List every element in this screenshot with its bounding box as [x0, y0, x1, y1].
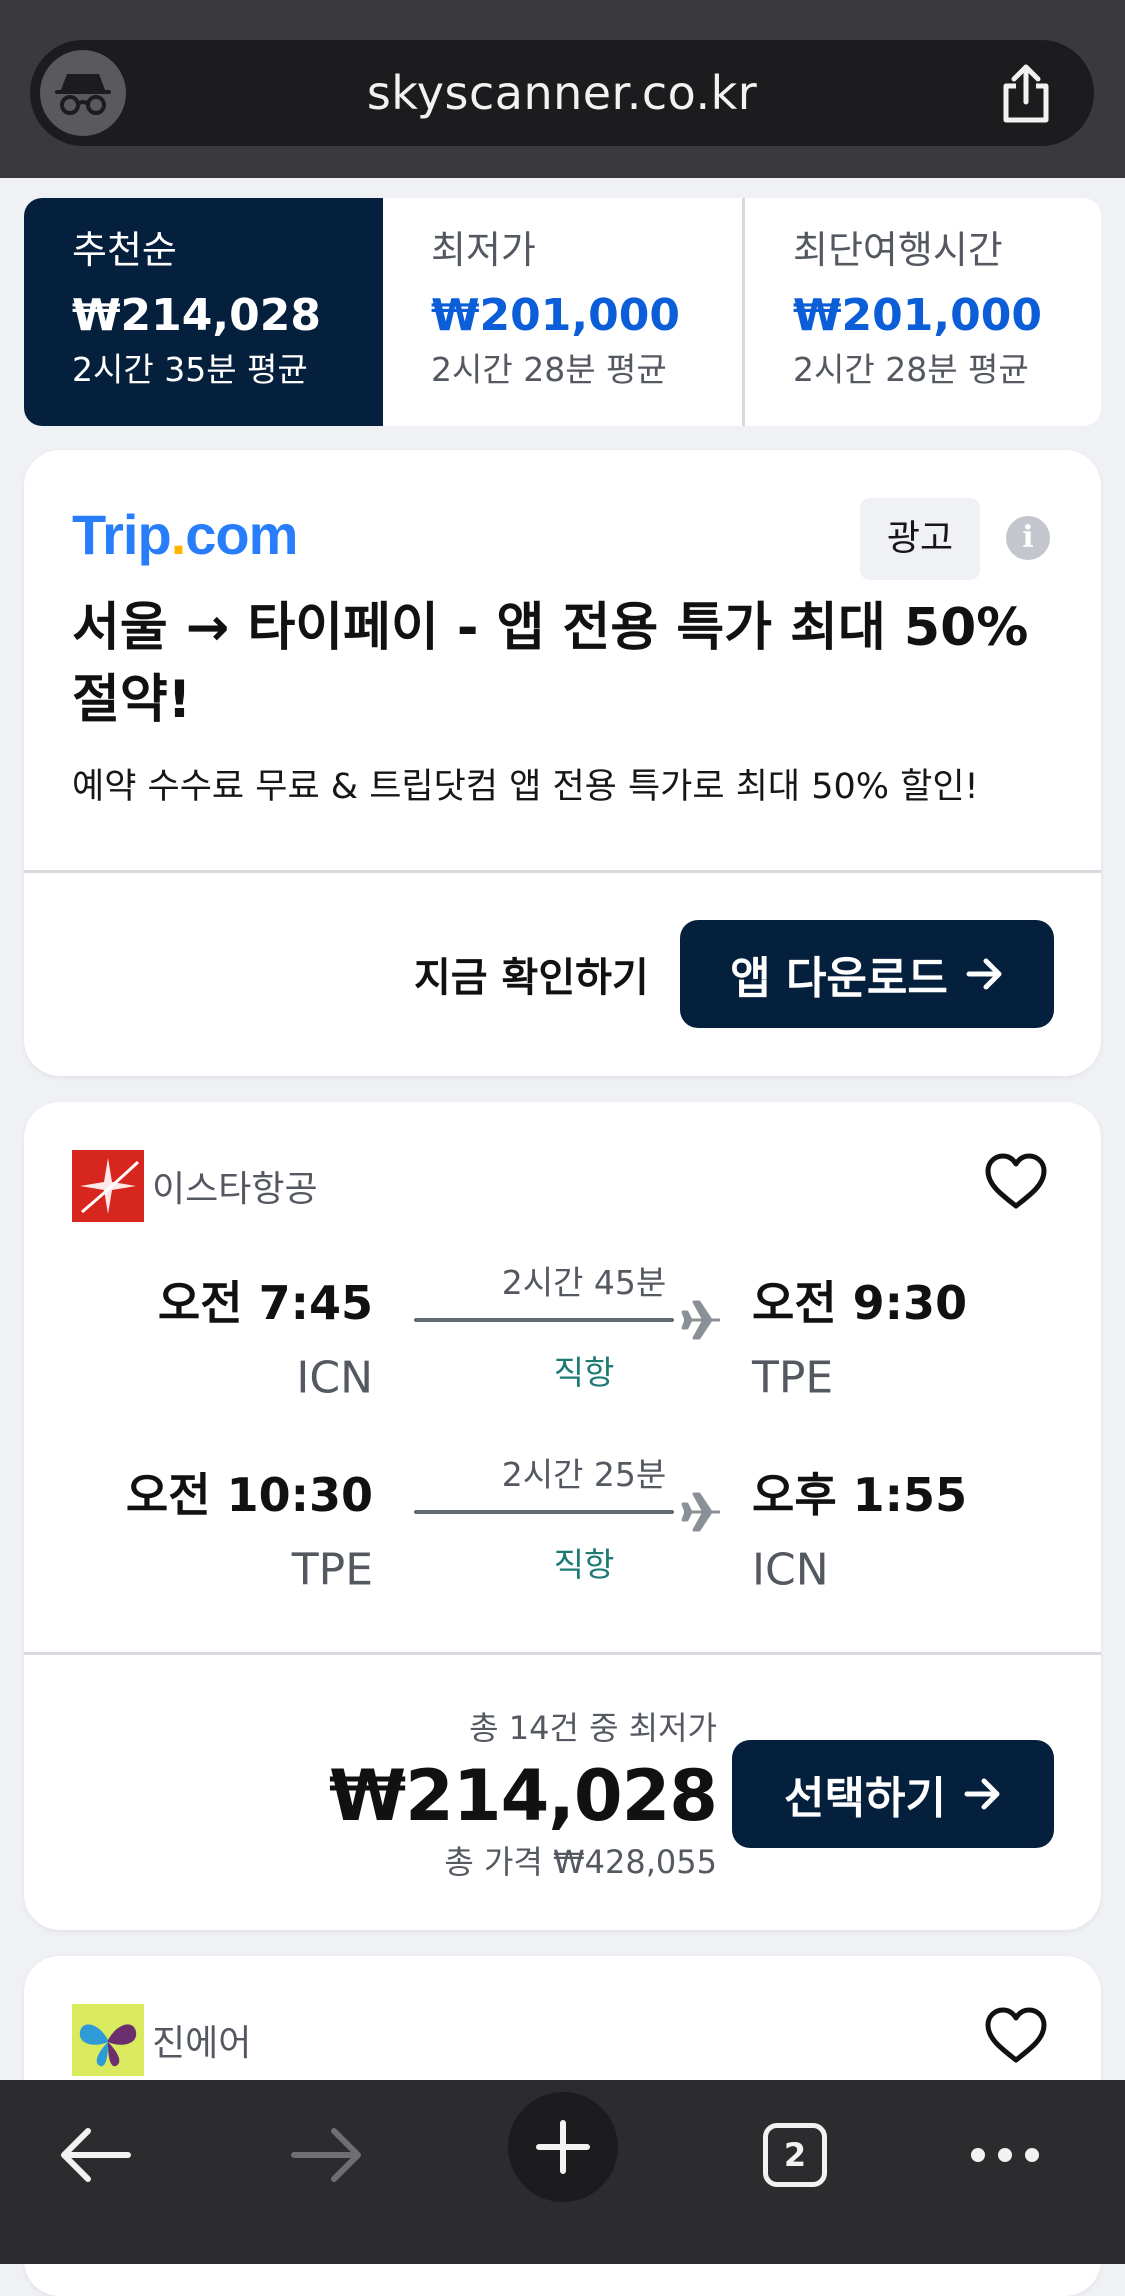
sort-tab-cheapest[interactable]: 최저가 ₩201,000 2시간 28분 평균: [383, 198, 742, 426]
flight-duration: 2시간 45분: [501, 1263, 667, 1302]
route-line: [414, 1510, 674, 1514]
flight-duration: 2시간 25분: [501, 1455, 667, 1494]
arrive-airport: TPE: [752, 1352, 834, 1404]
divider: [24, 870, 1101, 873]
sort-tab-label: 최저가: [431, 228, 536, 272]
airplane-icon: [681, 1492, 720, 1532]
heart-icon[interactable]: [984, 1152, 1048, 1212]
url-text[interactable]: skyscanner.co.kr: [30, 40, 1094, 146]
tab-count-icon: 2: [763, 2123, 827, 2187]
ad-card[interactable]: Trip.com 광고 i 서울 → 타이페이 - 앱 전용 특가 최대 50%…: [24, 450, 1101, 1076]
forward-button[interactable]: [272, 2100, 382, 2210]
heart-icon[interactable]: [984, 2006, 1048, 2066]
share-icon[interactable]: [998, 64, 1054, 124]
airline-name: 진에어: [152, 2023, 252, 2064]
new-tab-button[interactable]: [508, 2092, 618, 2202]
price: ₩214,028: [328, 1755, 718, 1837]
check-now-link[interactable]: 지금 확인하기: [414, 945, 649, 1003]
arrive-time: 오전 9:30: [752, 1276, 968, 1330]
arrow-right-icon: [964, 1778, 1000, 1810]
sort-tab-duration: 2시간 28분 평균: [431, 350, 667, 389]
back-button[interactable]: [40, 2100, 150, 2210]
browser-top-bar: skyscanner.co.kr: [0, 0, 1125, 178]
sort-tab-recommended[interactable]: 추천순 ₩214,028 2시간 35분 평균: [24, 198, 383, 426]
price-note: 총 14건 중 최저가: [469, 1709, 717, 1747]
total-price: 총 가격 ₩428,055: [444, 1843, 717, 1881]
sort-tab-fastest[interactable]: 최단여행시간 ₩201,000 2시간 28분 평균: [742, 198, 1101, 426]
tabs-button[interactable]: 2: [740, 2100, 850, 2210]
airplane-icon: [681, 1300, 720, 1340]
app-download-label: 앱 다운로드: [730, 953, 948, 1004]
depart-time: 오전 7:45: [157, 1276, 373, 1330]
plus-icon: [536, 2120, 590, 2174]
ad-badge: 광고: [860, 498, 980, 580]
trip-com-logo: Trip.com: [72, 503, 298, 566]
more-button[interactable]: [950, 2100, 1060, 2210]
more-dots-icon: [971, 2148, 1039, 2162]
sort-tab-label: 최단여행시간: [793, 228, 1003, 272]
sort-tab-price: ₩214,028: [72, 290, 321, 341]
arrive-airport: ICN: [752, 1544, 829, 1596]
airline-name: 이스타항공: [152, 1169, 318, 1210]
return-leg: 오전 10:30 TPE 2시간 25분 직항 오후 1:55 ICN: [24, 1455, 1101, 1608]
sort-tab-duration: 2시간 28분 평균: [793, 350, 1029, 389]
depart-airport: ICN: [296, 1352, 373, 1404]
address-bar[interactable]: skyscanner.co.kr: [30, 40, 1094, 146]
eastar-jet-logo: [72, 1150, 144, 1222]
sort-tab-duration: 2시간 35분 평균: [72, 350, 308, 389]
arrive-time: 오후 1:55: [752, 1468, 968, 1522]
arrow-right-icon: [966, 958, 1002, 990]
flight-result-card[interactable]: 이스타항공 오전 7:45 ICN 2시간 45분 직항 오전 9:30 TPE…: [24, 1102, 1101, 1930]
arrow-left-icon: [61, 2128, 131, 2182]
sort-tabs: 추천순 ₩214,028 2시간 35분 평균 최저가 ₩201,000 2시간…: [24, 198, 1101, 426]
jin-air-logo: [72, 2004, 144, 2076]
sort-tab-price: ₩201,000: [431, 290, 680, 341]
sort-tab-label: 추천순: [72, 228, 177, 272]
sort-tab-price: ₩201,000: [793, 290, 1042, 341]
select-button[interactable]: 선택하기: [732, 1740, 1054, 1848]
info-icon[interactable]: i: [1006, 516, 1050, 560]
ad-description: 예약 수수료 무료 & 트립닷컴 앱 전용 특가로 최대 50% 할인!: [72, 767, 979, 807]
outbound-leg: 오전 7:45 ICN 2시간 45분 직항 오전 9:30 TPE: [24, 1263, 1101, 1416]
direct-label: 직항: [553, 1353, 615, 1392]
arrow-right-icon: [291, 2128, 361, 2182]
depart-time: 오전 10:30: [125, 1468, 373, 1522]
app-download-button[interactable]: 앱 다운로드: [680, 920, 1054, 1028]
select-button-label: 선택하기: [784, 1773, 946, 1824]
divider: [24, 1652, 1101, 1655]
depart-airport: TPE: [291, 1544, 373, 1596]
direct-label: 직항: [553, 1545, 615, 1584]
ad-title: 서울 → 타이페이 - 앱 전용 특가 최대 50% 절약!: [72, 598, 1029, 730]
route-line: [414, 1318, 674, 1322]
browser-toolbar: 2: [0, 2080, 1125, 2264]
